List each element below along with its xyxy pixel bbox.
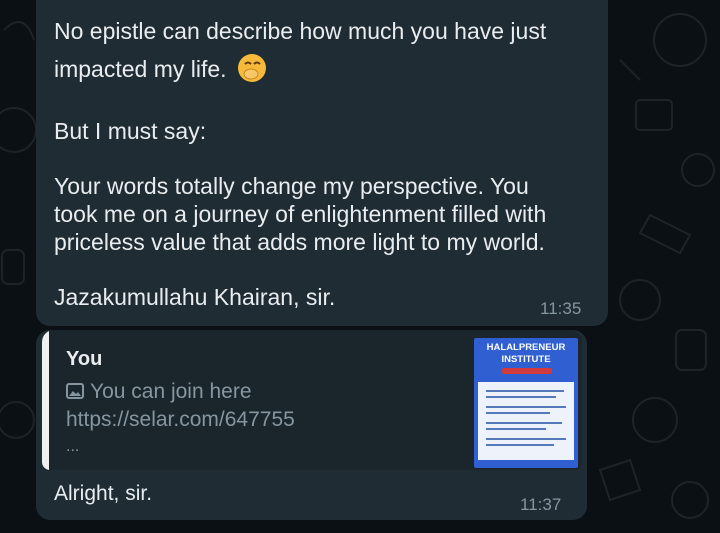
thumbnail-content (478, 382, 574, 460)
thumbnail-title: HALALPRENEUR INSTITUTE (486, 342, 566, 365)
message-line: Your words totally change my perspective… (54, 173, 529, 199)
message-line: priceless value that adds more light to … (54, 229, 545, 255)
quote-link: https://selar.com/647755 (66, 408, 295, 431)
quoted-message[interactable]: You You can join here https://selar.com/… (42, 330, 582, 470)
hand-over-mouth-emoji (237, 54, 266, 82)
quote-ellipsis: ... (66, 438, 80, 455)
message-timestamp: 11:37 (520, 495, 562, 514)
quote-caption: You can join here (66, 380, 252, 404)
message-line: Jazakumullahu Khairan, sir. (54, 284, 336, 310)
quote-accent-bar (42, 330, 49, 470)
quote-thumbnail: HALALPRENEUR INSTITUTE (474, 338, 578, 468)
message-line: No epistle can describe how much you hav… (54, 18, 547, 44)
message-line: But I must say: (54, 118, 207, 144)
quote-sender: You (66, 348, 103, 370)
message-text: Alright, sir. (54, 482, 153, 505)
message-line: took me on a journey of enlightenment fi… (54, 201, 547, 227)
message-timestamp: 11:35 (540, 299, 582, 318)
image-icon (66, 383, 84, 399)
message-line: impacted my life. (54, 53, 267, 83)
incoming-message-bubble[interactable]: No epistle can describe how much you hav… (36, 0, 608, 326)
thumbnail-banner (502, 368, 552, 374)
reply-message-bubble[interactable]: You You can join here https://selar.com/… (36, 330, 587, 520)
